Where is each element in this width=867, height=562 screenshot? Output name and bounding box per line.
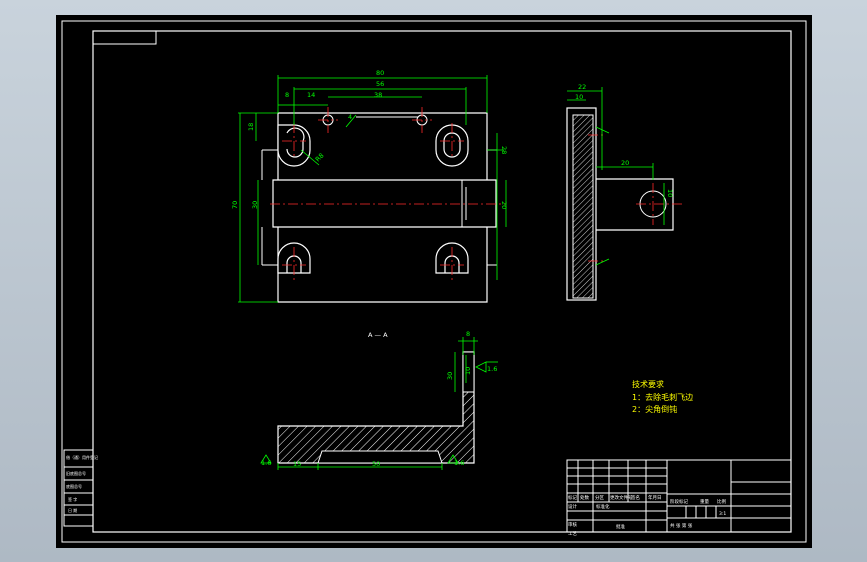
dim-section-left-height: 30 [446,372,454,380]
dim-side-overall: 22 [578,83,586,91]
dim-side-hole: 10 [666,189,674,197]
side-stamp: 借（通）用件登记 旧底图总号 底图总号 签 字 日 期 [63,449,98,527]
finish-right: 1.6 [454,459,464,467]
dim-hole-offset: 14 [307,91,315,99]
tb-sheet-info: 共 张 第 张 [670,522,693,529]
drawing-sheet: 80 56 38 8 14 4 18 70 30 28 20 R8 22 10 … [56,15,812,548]
dim-edge-offset: 8 [285,91,289,99]
tb-row-process: 工艺 [568,531,577,537]
dim-center-height: 30 [251,201,259,209]
stamp-date: 日 期 [68,507,77,513]
dim-height-top: 18 [247,123,255,131]
stamp-base-no: 底图总号 [66,483,82,489]
section-label: A — A [368,331,388,339]
tb-col-mark: 标记 [568,494,577,501]
side-view: 22 10 20 10 [566,83,682,301]
finish-top: 1.6 [487,365,497,373]
notes-title: 技术要求 [632,379,664,389]
tb-col-count: 处数 [580,494,589,501]
front-view: 80 56 38 8 14 4 18 70 30 28 20 R8 [231,69,508,303]
dim-hole-spacing: 38 [374,91,382,99]
tb-scale: 比例 [717,498,726,505]
dim-overall-width: 80 [376,69,384,77]
sheet-border [61,20,807,543]
notes-item-2: 2：尖角倒钝 [632,404,677,414]
tb-row-design: 设计 [568,503,577,510]
stamp-sign: 签 字 [68,496,77,502]
dim-slot-spacing: 56 [376,80,384,88]
tb-stage: 阶段标记 [670,498,688,505]
title-block: 标记 处数 分区 更改文件号 签名 年月日 设计 审核 工艺 标准化 批准 阶段… [566,459,792,537]
dim-right-small: 20 [500,201,508,209]
technical-notes: 技术要求 1：去除毛刺飞边 2：尖角倒钝 [632,379,693,414]
dim-section-right-height: 10 [464,367,472,375]
dim-side-offset: 20 [621,159,629,167]
dim-section-top: 8 [466,330,470,338]
stamp-old-no: 旧底图总号 [66,470,86,476]
tb-std: 标准化 [596,503,610,510]
notes-item-1: 1：去除毛刺飞边 [632,392,693,402]
tb-row-review: 审核 [568,521,577,528]
dim-hole-dia: 4 [348,113,352,121]
tb-col-sign: 签名 [631,494,640,501]
dim-section-bottom-span: 50 [372,460,380,468]
dim-side-flange: 10 [575,93,583,101]
tb-col-change-doc: 更改文件号 [610,494,633,501]
tb-scale-value: 3:1 [719,511,726,517]
dim-overall-height: 70 [231,201,239,209]
tb-weight: 重量 [700,498,709,505]
dim-section-bottom-left: 15 [293,460,301,468]
dim-right-inner: 28 [500,146,508,154]
tb-col-zone: 分区 [595,494,604,501]
tb-col-date: 年月日 [648,494,662,501]
stamp-reg: 借（通）用件登记 [66,454,98,460]
finish-left: 1.6 [261,459,271,467]
tb-approve: 批准 [616,523,625,530]
section-view: 8 30 10 15 50 1.6 1.6 1.6 A — A [260,330,498,470]
